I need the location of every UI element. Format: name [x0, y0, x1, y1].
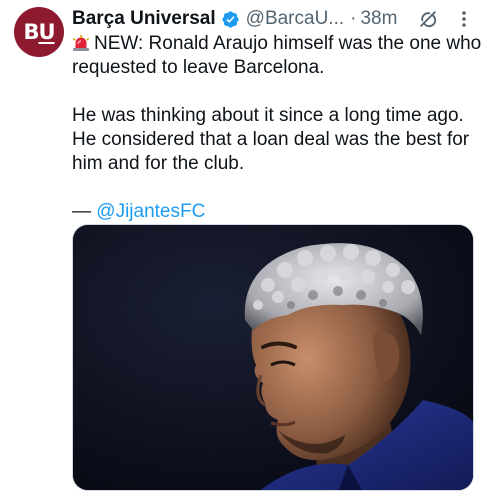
display-name[interactable]: Barça Universal	[72, 8, 216, 30]
tweet-line-1-text: NEW: Ronald Araujo himself was the one w…	[72, 33, 482, 78]
tweet-attribution: — @JijantesFC	[72, 200, 482, 224]
more-icon[interactable]	[454, 7, 474, 31]
tweet-line-2: He was thinking about it since a long ti…	[72, 105, 470, 174]
tweet-line-1: NEW: Ronald Araujo himself was the one w…	[72, 32, 482, 80]
handle[interactable]: @BarcaU...	[246, 8, 344, 30]
attribution-prefix: —	[72, 201, 97, 222]
timestamp[interactable]: 38m	[360, 8, 397, 30]
grok-icon[interactable]	[416, 7, 440, 31]
player-photo	[73, 225, 473, 490]
avatar-letter-u: U	[38, 20, 55, 44]
tweet-text: NEW: Ronald Araujo himself was the one w…	[72, 32, 482, 224]
attribution-mention-link[interactable]: @JijantesFC	[96, 201, 205, 222]
avatar-letter-b: B	[23, 20, 39, 44]
siren-icon	[72, 35, 90, 51]
tweet-media-photo[interactable]	[72, 224, 474, 491]
separator: ·	[350, 8, 357, 29]
verified-badge-icon	[222, 10, 239, 28]
avatar[interactable]: BU	[14, 7, 64, 57]
tweet-header: Barça Universal @BarcaU... · 38m	[72, 6, 477, 32]
